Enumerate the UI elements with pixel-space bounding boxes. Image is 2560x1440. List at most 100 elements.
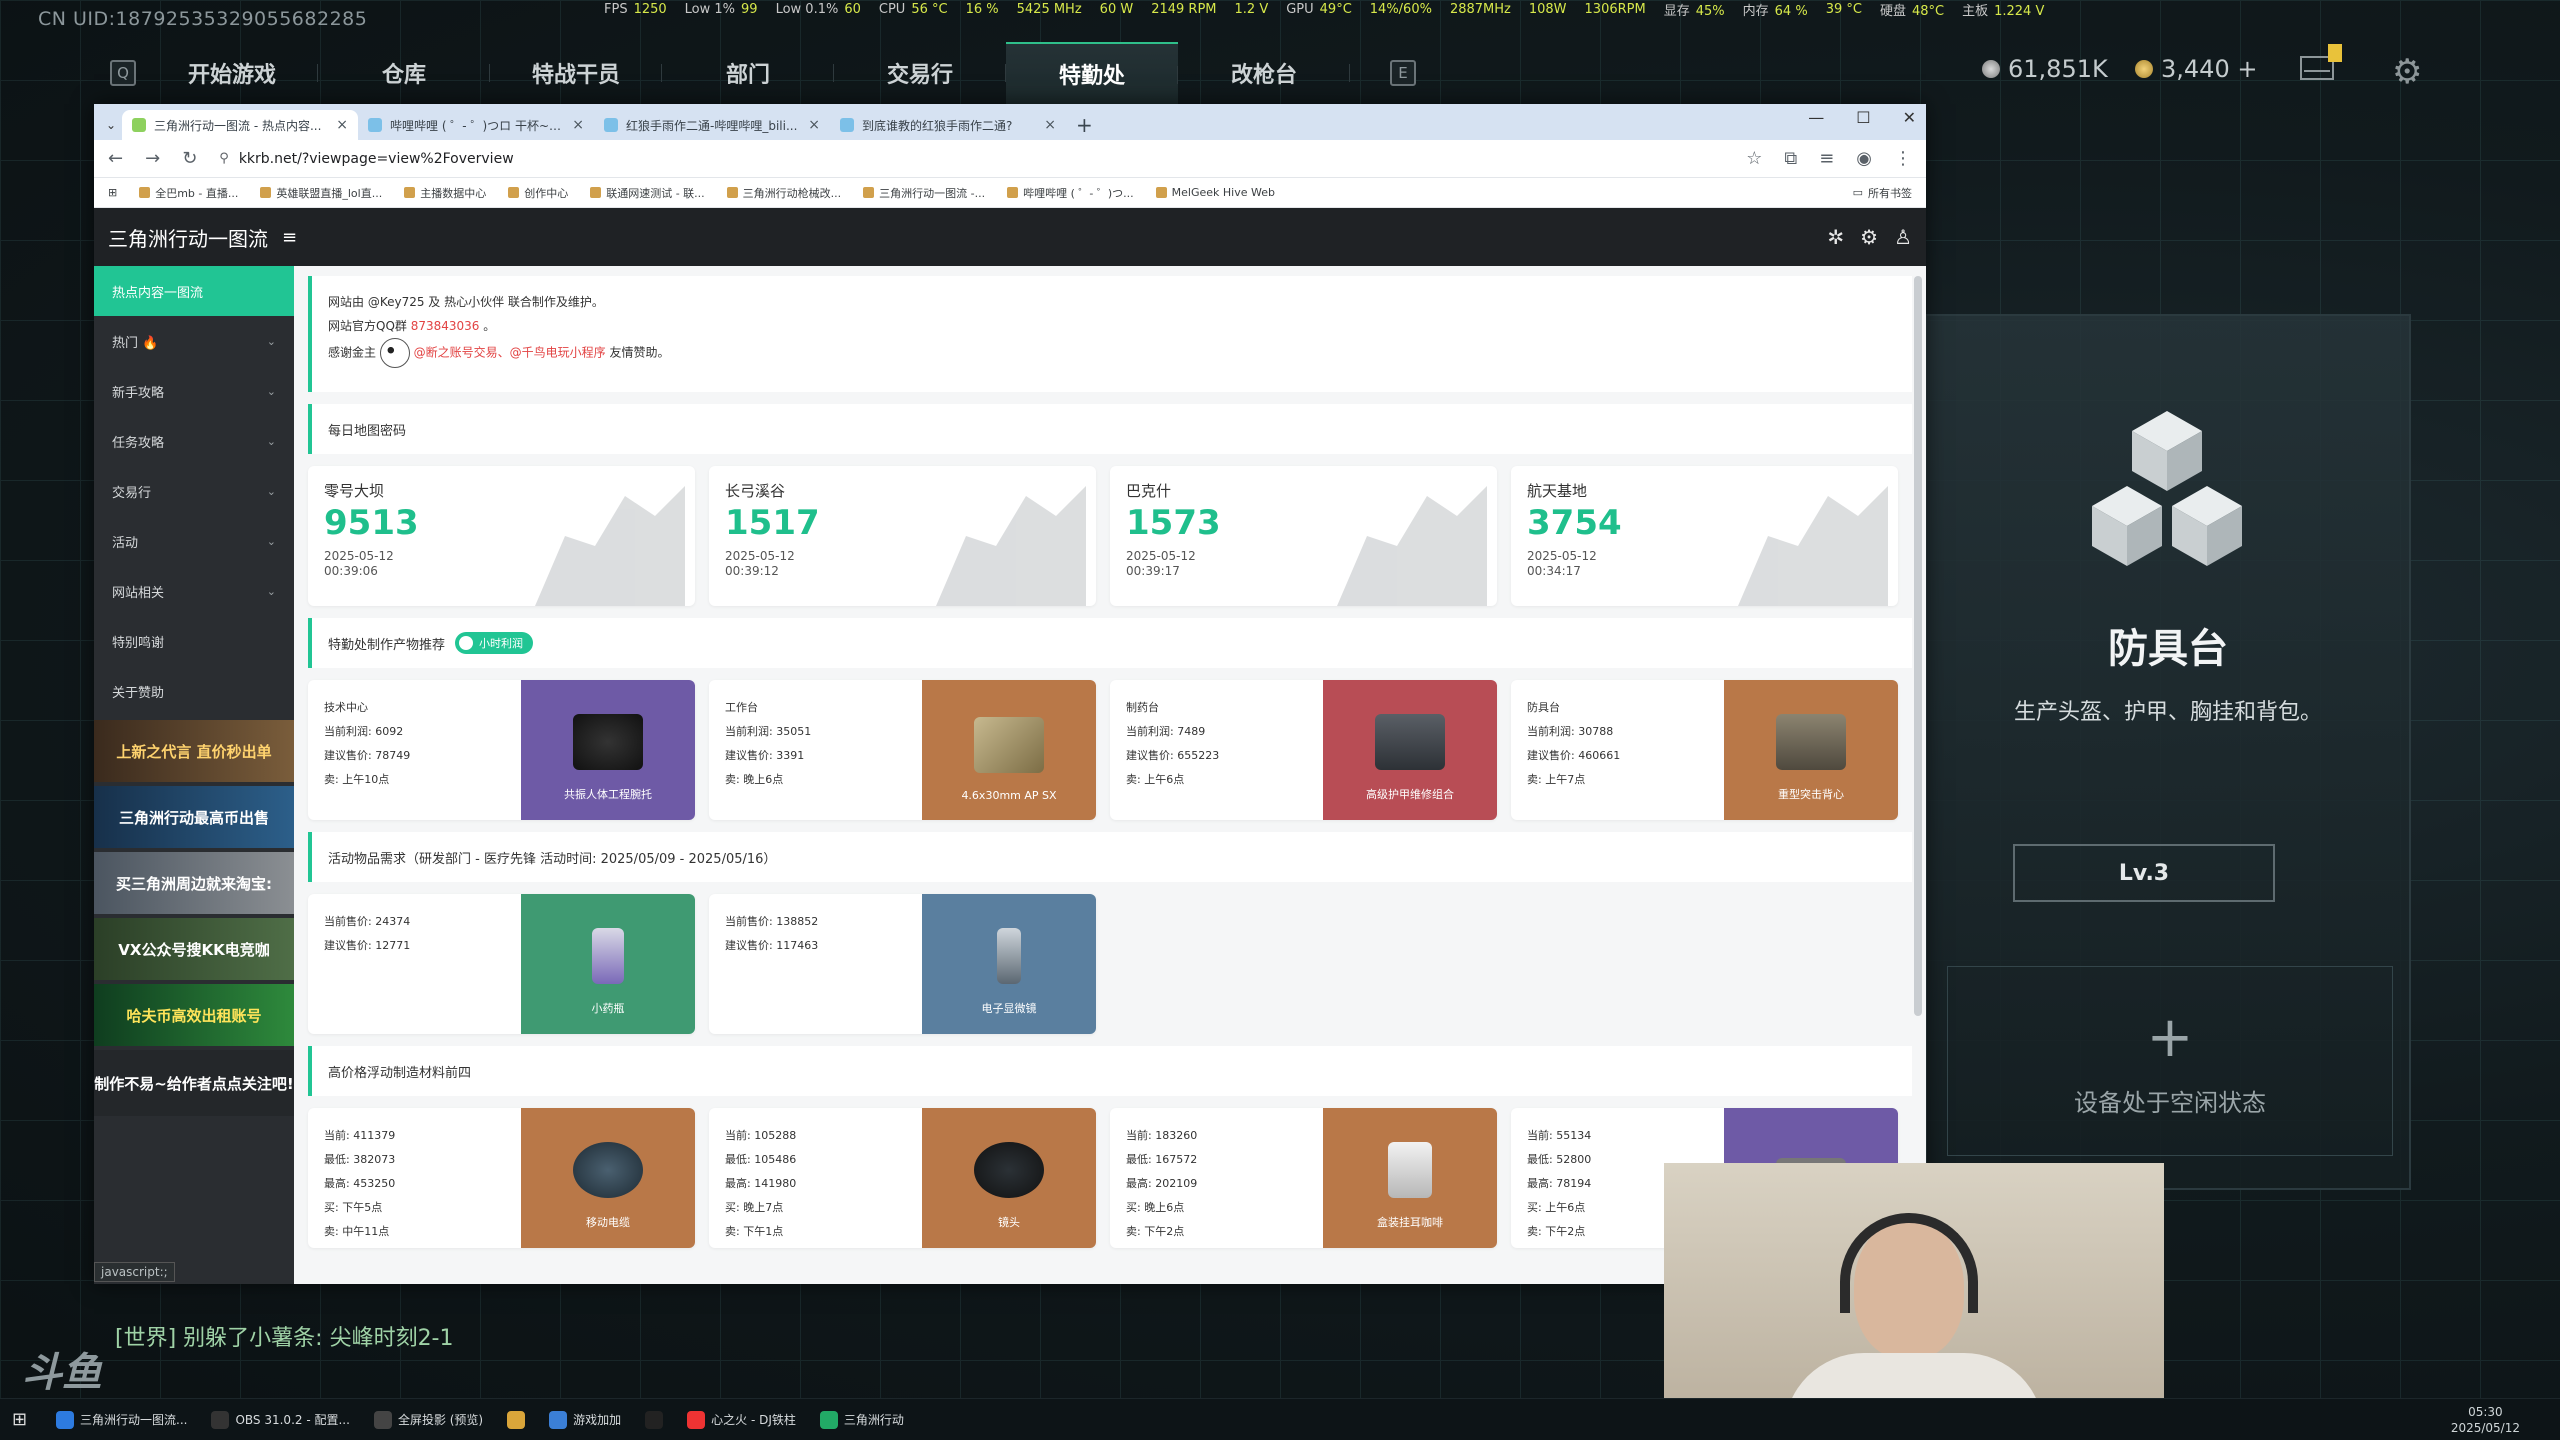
bookmark-item[interactable]: 哔哩哔哩 ( ゜- ゜)つ... — [1007, 185, 1134, 201]
taskbar-app[interactable] — [499, 1403, 533, 1437]
tab-close-icon[interactable]: × — [336, 117, 348, 133]
item-card[interactable]: 当前售价: 138852 建议售价: 117463 电子显微镜 — [709, 894, 1096, 1034]
game-tab[interactable]: 仓库 — [318, 42, 490, 104]
forward-arrow-icon[interactable]: → — [145, 148, 160, 169]
extensions-icon[interactable]: ⧉ — [1784, 148, 1797, 169]
site-info-icon[interactable]: ⚲ — [219, 151, 229, 166]
reload-icon[interactable]: ↻ — [182, 148, 197, 169]
taskbar-app[interactable]: 三角洲行动 — [812, 1403, 912, 1437]
media-control-icon[interactable]: ≡ — [1819, 148, 1834, 169]
browser-tab[interactable]: 哔哩哔哩 ( ゜- ゜)つロ 干杯~-b... × — [358, 110, 594, 140]
tab-close-icon[interactable]: × — [1044, 117, 1056, 133]
taskbar-app[interactable]: 三角洲行动一图流... — [48, 1403, 195, 1437]
page-scrollbar[interactable] — [1914, 276, 1922, 1016]
maximize-icon[interactable]: ☐ — [1856, 108, 1870, 127]
hamburger-menu-icon[interactable]: ≡ — [282, 227, 297, 248]
user-account-icon[interactable]: ♙ — [1894, 225, 1912, 249]
taskbar-app[interactable]: 全屏投影 (预览) — [366, 1403, 491, 1437]
sidebar-item[interactable]: 关于赞助 — [94, 666, 294, 716]
sidebar-item[interactable]: 特别鸣谢 — [94, 616, 294, 666]
gold-amount: 3,440 + — [2161, 55, 2258, 83]
item-stat: 当前售价: 138852 — [725, 915, 819, 928]
minimize-icon[interactable]: — — [1808, 108, 1824, 127]
taskbar-app[interactable] — [637, 1403, 671, 1437]
settings-gear-icon[interactable]: ⚙ — [1860, 225, 1878, 249]
game-tab[interactable]: 交易行 — [834, 42, 1006, 104]
game-tab[interactable]: 特战干员 — [490, 42, 662, 104]
bookmark-item[interactable]: 英雄联盟直播_lol直... — [260, 185, 382, 201]
game-tab[interactable]: 部门 — [662, 42, 834, 104]
key-hint-e: E — [1390, 60, 1416, 86]
hourly-profit-toggle[interactable]: 小时利润 — [455, 632, 534, 654]
browser-tab[interactable]: 到底谁教的红狼手雨作二通? × — [830, 110, 1066, 140]
sidebar-ad-banner[interactable]: 买三角洲周边就来淘宝: — [94, 852, 294, 914]
game-tab[interactable]: 开始游戏 — [146, 42, 318, 104]
bookmark-star-icon[interactable]: ☆ — [1746, 148, 1762, 169]
taskbar-app[interactable]: OBS 31.0.2 - 配置... — [203, 1403, 357, 1437]
item-card[interactable]: 制药台 当前利润: 7489 建议售价: 655223 卖: 上午6点 高级护甲维修组合 — [1110, 680, 1497, 820]
sidebar-item[interactable]: 交易行 ⌄ — [94, 466, 294, 516]
bookmark-item[interactable]: MelGeek Hive Web — [1155, 186, 1275, 199]
add-plus-icon[interactable]: + — [1948, 1005, 2392, 1070]
item-stat: 当前利润: 35051 — [725, 725, 812, 738]
qq-group-number[interactable]: 873843036 — [411, 319, 480, 333]
taskbar-app[interactable]: 游戏加加 — [541, 1403, 629, 1437]
bookmark-item[interactable]: 主播数据中心 — [404, 185, 486, 201]
item-card[interactable]: 防具台 当前利润: 30788 建议售价: 460661 卖: 上午7点 重型突击背心 — [1511, 680, 1898, 820]
clock-time: 05:30 — [2468, 1404, 2503, 1419]
item-info: 当前: 183260 最低: 167572 最高: 202109 买: 晚上6点 卖: … — [1110, 1108, 1323, 1248]
sidebar-ad-banner[interactable]: 制作不易~给作者点点关注吧! — [94, 1050, 294, 1116]
item-card[interactable]: 当前: 411379 最低: 382073 最高: 453250 买: 下午5点 卖: … — [308, 1108, 695, 1248]
sidebar-ad-banner[interactable]: 三角洲行动最高币出售 — [94, 786, 294, 848]
bookmark-item[interactable]: 联通网速测试 - 联... — [590, 185, 705, 201]
new-tab-button[interactable]: + — [1066, 110, 1103, 140]
browser-tab[interactable]: 红狼手雨作二通-哔哩哔哩_bili... × — [594, 110, 830, 140]
item-card[interactable]: 工作台 当前利润: 35051 建议售价: 3391 卖: 晚上6点 4.6x30mm … — [709, 680, 1096, 820]
theme-settings-icon[interactable]: ✲ — [1827, 225, 1844, 249]
sidebar-item[interactable]: 网站相关 ⌄ — [94, 566, 294, 616]
bookmark-item[interactable]: 创作中心 — [508, 185, 568, 201]
tab-close-icon[interactable]: × — [572, 117, 584, 133]
all-bookmarks-folder[interactable]: ▭ 所有书签 — [1853, 185, 1912, 201]
system-clock[interactable]: 05:30 2025/05/12 — [2451, 1404, 2520, 1436]
tab-close-icon[interactable]: × — [808, 117, 820, 133]
sidebar-ad-banner[interactable]: 哈夫币高效出租账号 — [94, 984, 294, 1046]
sponsor-links[interactable]: @断之账号交易、@千鸟电玩小程序 — [414, 346, 606, 360]
profile-icon[interactable]: ◉ — [1856, 148, 1872, 169]
sidebar-item[interactable]: 热门 🔥 ⌄ — [94, 316, 294, 366]
sidebar-item[interactable]: 任务攻略 ⌄ — [94, 416, 294, 466]
game-tab[interactable]: 改枪台 — [1178, 42, 1350, 104]
bookmark-item[interactable]: 三角洲行动一图流 -... — [863, 185, 985, 201]
item-card[interactable]: 当前: 183260 最低: 167572 最高: 202109 买: 晚上6点 卖: … — [1110, 1108, 1497, 1248]
armor-bench-level[interactable]: Lv.3 — [2013, 844, 2275, 902]
close-window-icon[interactable]: ✕ — [1903, 108, 1916, 127]
bookmark-item[interactable]: 全巴mb - 直播... — [139, 185, 238, 201]
gold-currency[interactable]: 3,440 + — [2135, 55, 2257, 83]
item-image: 共振人体工程腕托 — [521, 680, 695, 820]
sidebar-ad-banner[interactable]: VX公众号搜KK电竞咖 — [94, 918, 294, 980]
item-card[interactable]: 技术中心 当前利润: 6092 建议售价: 78749 卖: 上午10点 共振人体工程腕… — [308, 680, 695, 820]
map-code-card: 巴克什 1573 2025-05-12 00:39:17 — [1110, 466, 1497, 606]
bookmark-item[interactable]: 三角洲行动枪械改... — [726, 185, 841, 201]
armor-bench-idle-slot[interactable]: + 设备处于空闲状态 — [1947, 966, 2393, 1156]
sidebar-item[interactable]: 热点内容一图流 — [94, 266, 294, 316]
sidebar-item[interactable]: 活动 ⌄ — [94, 516, 294, 566]
sidebar-item-label: 任务攻略 — [112, 435, 165, 451]
back-arrow-icon[interactable]: ← — [108, 148, 123, 169]
settings-gear-icon[interactable]: ⚙ — [2392, 52, 2422, 92]
item-card[interactable]: 当前售价: 24374 建议售价: 12771 小药瓶 — [308, 894, 695, 1034]
game-tab[interactable]: 特勤处 — [1006, 42, 1178, 104]
windows-start-icon[interactable]: ⊞ — [12, 1409, 40, 1430]
browser-tab[interactable]: 三角洲行动一图流 - 热点内容... × — [122, 110, 358, 140]
tab-search-dropdown-icon[interactable]: ⌄ — [100, 110, 122, 140]
site-title[interactable]: 三角洲行动一图流 — [108, 223, 268, 252]
url-field[interactable]: ⚲ kkrb.net/?viewpage=view%2Foverview — [219, 151, 1724, 167]
sidebar-ad-banner[interactable]: 上新之代言 直价秒出单 — [94, 720, 294, 782]
browser-menu-icon[interactable]: ⋮ — [1894, 148, 1912, 169]
taskbar-app[interactable]: 心之火 - DJ铁柱 — [679, 1403, 804, 1437]
window-controls: — ☐ ✕ — [1808, 108, 1916, 127]
item-name: 4.6x30mm AP SX — [961, 789, 1057, 802]
item-card[interactable]: 当前: 105288 最低: 105486 最高: 141980 买: 晚上7点 卖: … — [709, 1108, 1096, 1248]
sidebar-item[interactable]: 新手攻略 ⌄ — [94, 366, 294, 416]
apps-grid-icon[interactable]: ⊞ — [108, 186, 117, 199]
